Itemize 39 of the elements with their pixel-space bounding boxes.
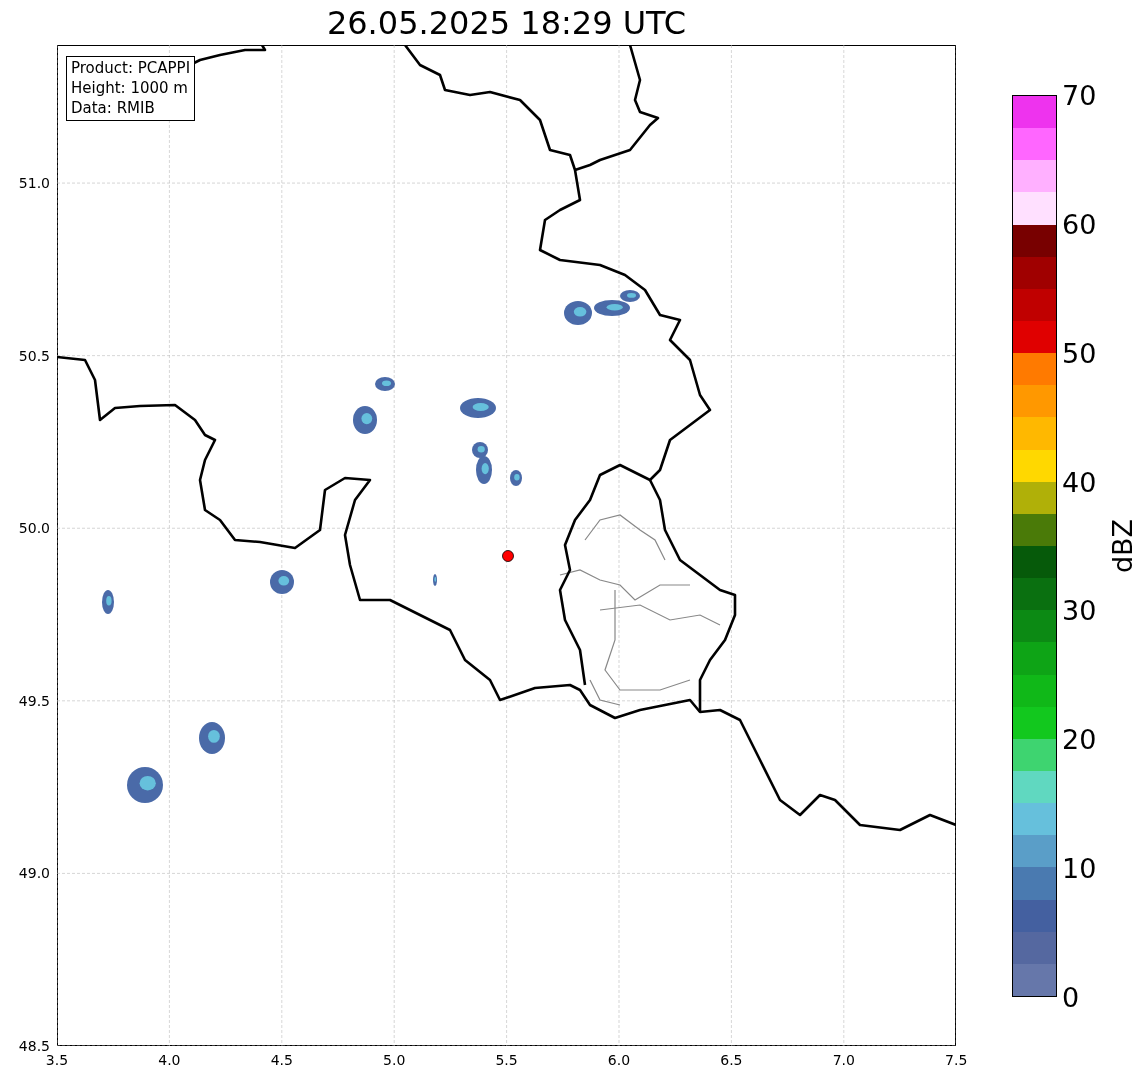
radar-echo [564,301,592,325]
y-axis-tick-label: 48.5 [18,1038,50,1054]
y-axis-tick-label: 51.0 [18,175,50,192]
x-axis-tick-label: 4.0 [158,1052,181,1068]
radar-echo [353,406,377,434]
x-axis-tick-label: 7.5 [945,1052,968,1068]
y-axis-tick-label: 49.5 [18,692,50,709]
x-axis-tick-label: 6.0 [607,1052,631,1068]
colorbar-tick-label: 20 [1062,725,1097,753]
radar-echo [433,574,437,586]
colorbar-tick-label: 30 [1062,596,1097,624]
x-axis-tick-label: 6.5 [720,1052,743,1068]
radar-echo [510,470,522,486]
colorbar-tick-label: 10 [1062,854,1097,882]
colorbar-tick-label: 70 [1062,81,1097,109]
info-text: Product: PCAPPI [71,58,191,78]
x-axis-tick-label: 7.0 [832,1052,855,1068]
radar-site-marker [502,550,514,562]
radar-echo [375,377,395,391]
info-text: Height: 1000 m [71,78,189,98]
colorbar-tick-label: 40 [1062,468,1097,496]
y-axis-tick-label: 50.0 [18,520,50,537]
radar-echo [127,767,163,803]
y-axis-tick-label: 50.5 [18,347,50,364]
radar-echo [199,722,225,754]
colorbar-tick-label: 60 [1062,210,1097,238]
chart-title: 26.05.2025 18:29 UTC [325,2,688,44]
colorbar-tick-label: 0 [1062,983,1080,1011]
y-axis-tick-label: 49.0 [18,865,50,882]
colorbar-tick-label: 50 [1062,339,1097,367]
colorbar-label: dBZ [1108,518,1136,574]
x-axis-tick-label: 5.0 [383,1052,406,1068]
info-text: Data: RMIB [71,98,156,118]
x-axis-tick-label: 3.5 [45,1052,69,1068]
radar-echo [460,398,496,418]
x-axis-tick-label: 5.5 [495,1052,518,1068]
x-axis-tick-label: 4.5 [270,1052,293,1068]
radar-echo [270,570,294,594]
radar-echo [102,590,114,614]
